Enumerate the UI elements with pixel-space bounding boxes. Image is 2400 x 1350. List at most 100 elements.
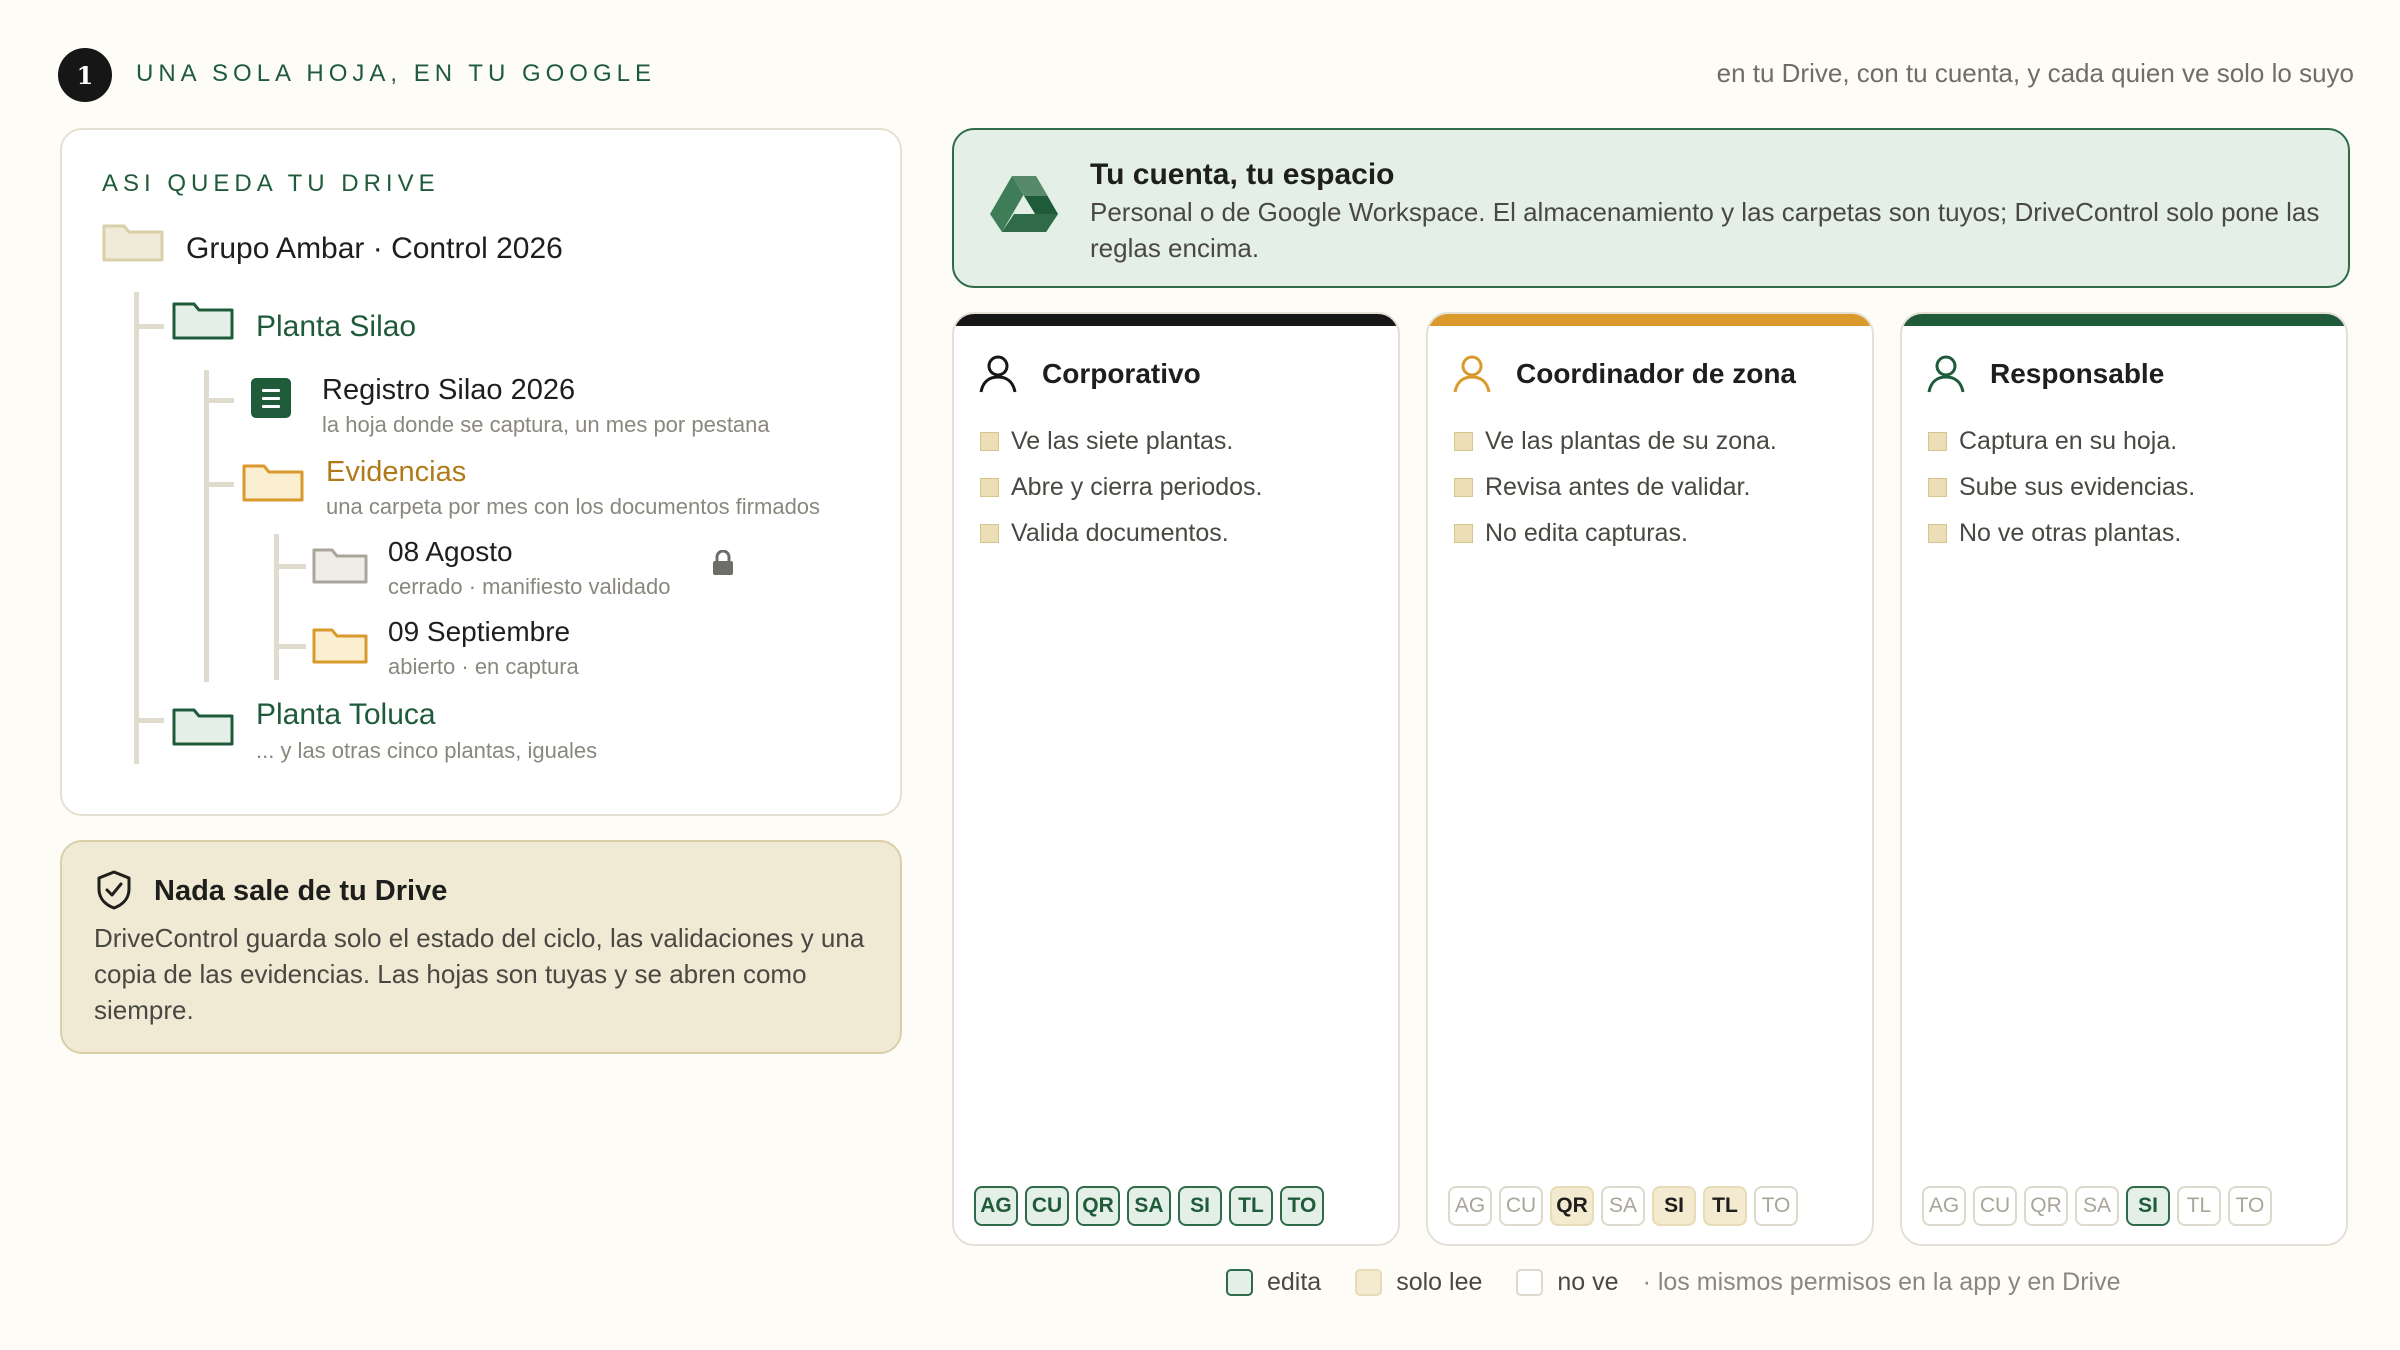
spreadsheet-icon xyxy=(251,378,291,418)
list-item: Captura en su hoja. xyxy=(1928,418,2195,464)
bullet-icon xyxy=(1928,523,1947,543)
drive-card-label: ASI QUEDA TU DRIVE xyxy=(102,170,440,197)
role-permissions-list: Captura en su hoja. Sube sus evidencias.… xyxy=(1928,418,2195,556)
plant-chip-cu: CU xyxy=(1973,1186,2017,1226)
plant-toluca-desc: ... y las otras cinco plantas, iguales xyxy=(256,738,598,763)
step-subtitle: en tu Drive, con tu cuenta, y cada quien… xyxy=(1716,58,2354,88)
month-septiembre-name[interactable]: 09 Septiembre xyxy=(388,616,570,648)
legend-read-label: solo lee xyxy=(1396,1268,1483,1296)
permission-text: Captura en su hoja. xyxy=(1959,426,2178,455)
list-item: Revisa antes de validar. xyxy=(1454,464,1777,510)
bullet-icon xyxy=(980,477,999,497)
bullet-icon xyxy=(1454,477,1473,497)
role-title: Corporativo xyxy=(1042,358,1201,389)
list-item: Abre y cierra periodos. xyxy=(980,464,1263,510)
legend-none-swatch xyxy=(1516,1269,1544,1296)
evidencias-folder-icon xyxy=(242,464,304,502)
plant-chip-cu: CU xyxy=(1499,1186,1543,1226)
plant-chip-tl: TL xyxy=(2177,1186,2221,1226)
plant-chip-si: SI xyxy=(2126,1186,2170,1226)
permission-text: Valida documentos. xyxy=(1011,518,1229,547)
list-item: No ve otras plantas. xyxy=(1928,510,2195,556)
plant-chip-qr: QR xyxy=(2024,1186,2068,1226)
permissions-legend: edita solo lee no ve · los mismos permis… xyxy=(1226,1268,2121,1297)
role-accent-bar xyxy=(1428,314,1872,326)
plant-access-chips: AG CU QR SA SI TL TO xyxy=(1922,1186,2272,1226)
tree-line xyxy=(274,534,279,680)
plant-chip-tl: TL xyxy=(1703,1186,1747,1226)
tree-line xyxy=(204,398,234,403)
role-accent-bar xyxy=(1902,314,2346,326)
plant-access-chips: AG CU QR SA SI TL TO xyxy=(974,1186,1324,1226)
permission-text: Abre y cierra periodos. xyxy=(1011,472,1263,501)
plant-folder-icon xyxy=(172,302,234,340)
notice-title: Nada sale de tu Drive xyxy=(154,875,448,907)
account-title: Tu cuenta, tu espacio xyxy=(1090,158,1395,191)
role-card-responsable: Responsable Captura en su hoja. Sube sus… xyxy=(1900,312,2348,1246)
role-title: Coordinador de zona xyxy=(1516,358,1796,389)
list-item: Sube sus evidencias. xyxy=(1928,464,2195,510)
tree-line xyxy=(134,292,139,764)
list-item: Ve las plantas de su zona. xyxy=(1454,418,1777,464)
bullet-icon xyxy=(1454,523,1473,543)
root-folder-icon xyxy=(102,224,164,262)
role-accent-bar xyxy=(954,314,1398,326)
list-item: Valida documentos. xyxy=(980,510,1263,556)
bullet-icon xyxy=(1454,431,1473,451)
registro-sheet-name[interactable]: Registro Silao 2026 xyxy=(322,374,575,407)
permission-text: Revisa antes de validar. xyxy=(1485,472,1751,501)
permission-text: No edita capturas. xyxy=(1485,518,1688,547)
tree-line xyxy=(274,564,306,569)
list-item: Ve las siete plantas. xyxy=(980,418,1263,464)
bullet-icon xyxy=(980,523,999,543)
month-agosto-desc: cerrado · manifiesto validado xyxy=(388,574,671,599)
permission-text: Ve las plantas de su zona. xyxy=(1485,426,1777,455)
tree-line xyxy=(134,718,164,723)
bullet-icon xyxy=(980,431,999,451)
step-number-badge: 1 xyxy=(58,48,112,102)
role-title: Responsable xyxy=(1990,358,2165,389)
plant-chip-qr: QR xyxy=(1076,1186,1120,1226)
plant-silao-name[interactable]: Planta Silao xyxy=(256,310,416,344)
step-title: UNA SOLA HOJA, EN TU GOOGLE xyxy=(136,60,656,87)
plant-chip-ag: AG xyxy=(1448,1186,1492,1226)
google-drive-icon xyxy=(990,174,1058,239)
person-icon xyxy=(1450,352,1494,401)
plant-chip-ag: AG xyxy=(1922,1186,1966,1226)
month-open-folder-icon xyxy=(312,628,368,664)
role-permissions-list: Ve las plantas de su zona. Revisa antes … xyxy=(1454,418,1777,556)
role-card-coordinador: Coordinador de zona Ve las plantas de su… xyxy=(1426,312,1874,1246)
lock-icon xyxy=(712,549,734,581)
plant-chip-sa: SA xyxy=(2075,1186,2119,1226)
tree-line xyxy=(204,370,209,682)
tree-line xyxy=(274,644,306,649)
tree-line xyxy=(204,482,234,487)
root-folder-name[interactable]: Grupo Ambar · Control 2026 xyxy=(186,232,563,266)
plant-chip-sa: SA xyxy=(1601,1186,1645,1226)
evidencias-folder-name[interactable]: Evidencias xyxy=(326,456,466,489)
permission-text: No ve otras plantas. xyxy=(1959,518,2182,547)
plant-chip-si: SI xyxy=(1178,1186,1222,1226)
notice-body: DriveControl guarda solo el estado del c… xyxy=(94,923,865,1025)
plant-chip-to: TO xyxy=(1280,1186,1324,1226)
person-icon xyxy=(1924,352,1968,401)
registro-sheet-desc: la hoja donde se captura, un mes por pes… xyxy=(322,412,770,437)
role-card-corporativo: Corporativo Ve las siete plantas. Abre y… xyxy=(952,312,1400,1246)
permission-text: Ve las siete plantas. xyxy=(1011,426,1234,455)
plant-chip-ag: AG xyxy=(974,1186,1018,1226)
evidencias-folder-desc: una carpeta por mes con los documentos f… xyxy=(326,494,821,519)
plant-chip-si: SI xyxy=(1652,1186,1696,1226)
list-item: No edita capturas. xyxy=(1454,510,1777,556)
month-closed-folder-icon xyxy=(312,548,368,584)
permission-text: Sube sus evidencias. xyxy=(1959,472,2196,501)
month-agosto-name[interactable]: 08 Agosto xyxy=(388,536,513,568)
plant-toluca-name[interactable]: Planta Toluca xyxy=(256,698,436,732)
legend-edit-label: edita xyxy=(1267,1268,1322,1296)
plant-chip-to: TO xyxy=(2228,1186,2272,1226)
legend-edit-swatch xyxy=(1226,1269,1253,1296)
plant-access-chips: AG CU QR SA SI TL TO xyxy=(1448,1186,1798,1226)
page: 1 UNA SOLA HOJA, EN TU GOOGLE en tu Driv… xyxy=(0,0,2400,1350)
role-permissions-list: Ve las siete plantas. Abre y cierra peri… xyxy=(980,418,1263,556)
shield-check-icon xyxy=(96,870,132,915)
month-septiembre-desc: abierto · en captura xyxy=(388,654,579,679)
